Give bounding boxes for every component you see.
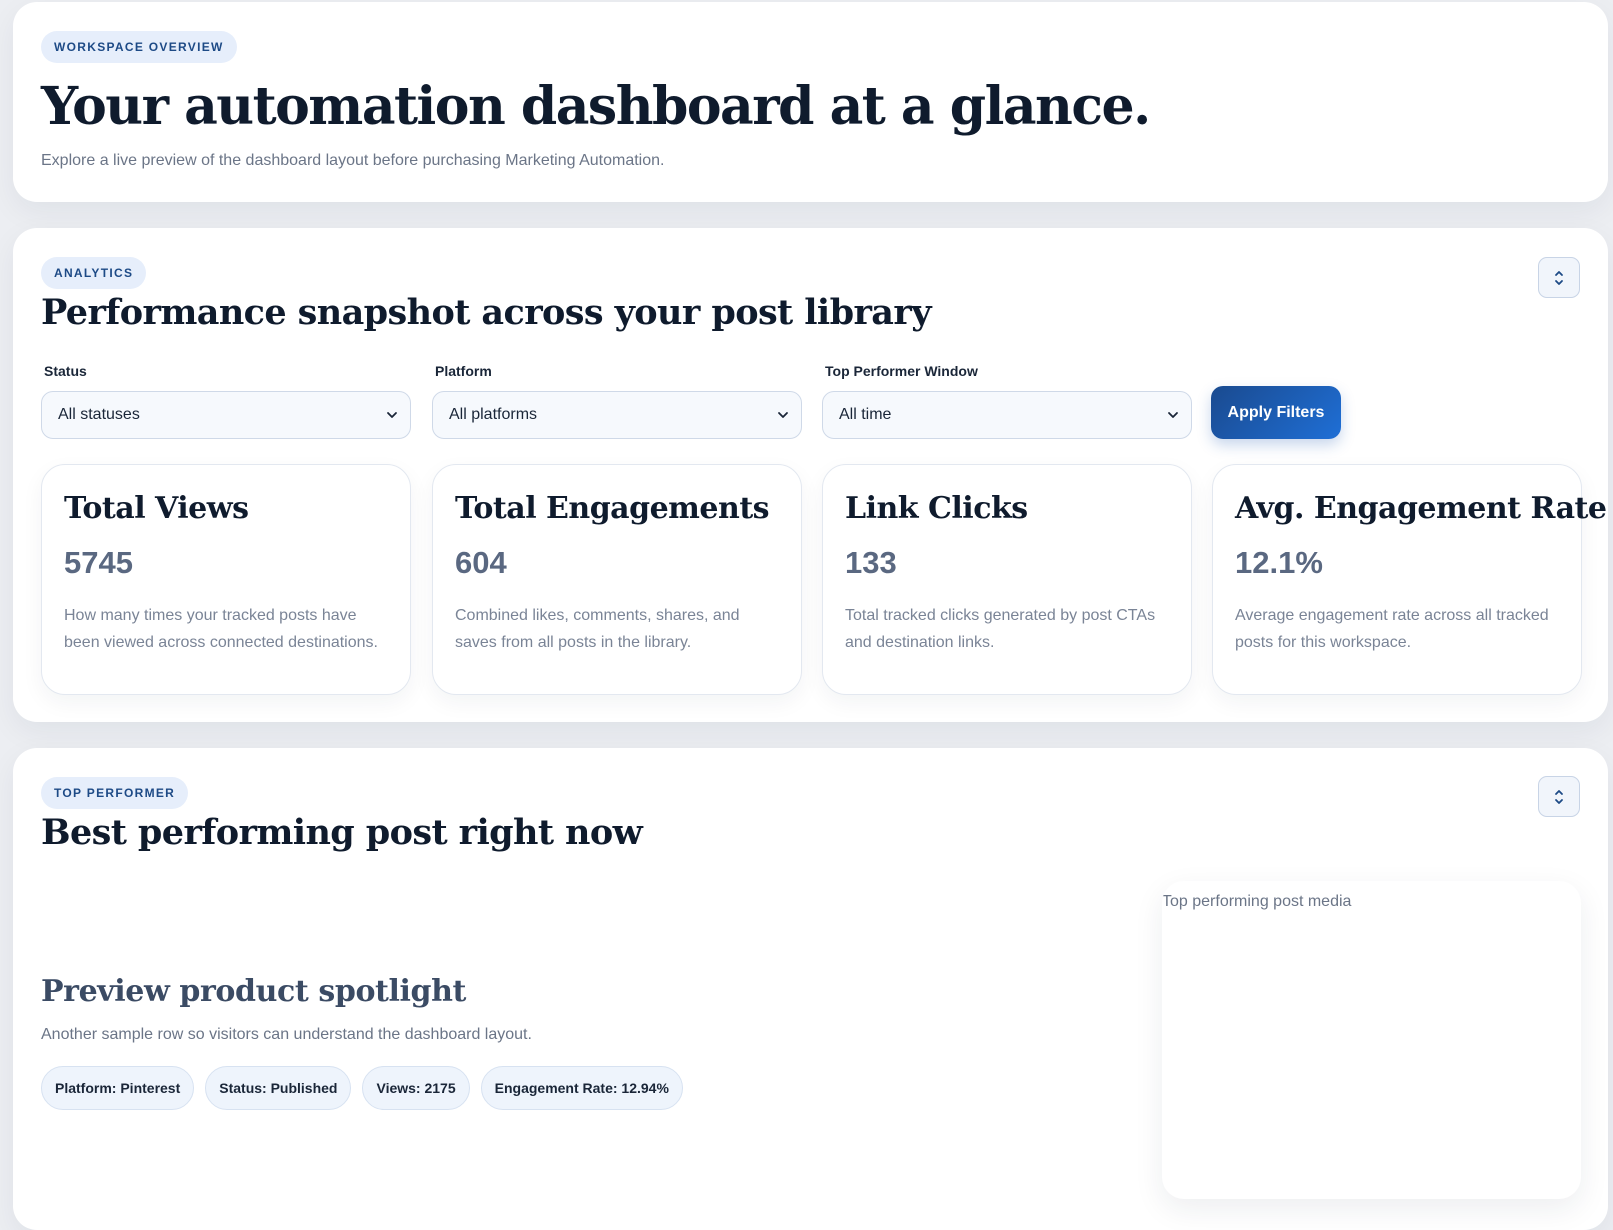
stat-card-total-views: Total Views 5745 How many times your tra…	[41, 464, 411, 695]
platform-select-value: All platforms	[449, 406, 538, 423]
media-alt-text: Top performing post media	[1162, 893, 1352, 910]
collapse-analytics-button[interactable]	[1538, 257, 1580, 298]
post-description: Another sample row so visitors can under…	[41, 1026, 532, 1043]
stat-card-total-engagements: Total Engagements 604 Combined likes, co…	[432, 464, 802, 695]
post-title: Preview product spotlight	[41, 974, 466, 1009]
status-select[interactable]: All statuses	[41, 391, 411, 439]
section-title: Performance snapshot across your post li…	[41, 292, 932, 333]
engagement-rate-chip: Engagement Rate: 12.94%	[480, 1066, 683, 1110]
stat-description: Combined likes, comments, shares, and sa…	[455, 607, 740, 651]
platform-chip: Platform: Pinterest	[41, 1066, 195, 1110]
stat-value: 604	[455, 545, 507, 580]
stat-value: 5745	[64, 545, 133, 580]
stat-title: Link Clicks	[845, 491, 1028, 526]
overview-panel: WORKSPACE OVERVIEW Your automation dashb…	[13, 2, 1608, 202]
status-chip: Status: Published	[205, 1066, 352, 1110]
platform-filter-label: Platform	[435, 363, 492, 379]
status-select-value: All statuses	[58, 406, 140, 423]
platform-select[interactable]: All platforms	[432, 391, 802, 439]
chevron-down-icon	[778, 412, 788, 418]
chevron-collapse-icon	[1555, 789, 1563, 804]
section-tag: ANALYTICS	[41, 257, 147, 289]
stat-value: 133	[845, 545, 897, 580]
section-tag: TOP PERFORMER	[41, 777, 189, 809]
page-subtitle: Explore a live preview of the dashboard …	[41, 152, 665, 169]
stat-title: Avg. Engagement Rate	[1235, 491, 1607, 526]
chevron-down-icon	[1168, 412, 1178, 418]
top-performer-window-select[interactable]: All time	[822, 391, 1192, 439]
collapse-top-performer-button[interactable]	[1538, 776, 1580, 817]
top-performer-panel: TOP PERFORMER Best performing post right…	[13, 748, 1608, 1230]
page-title: Your automation dashboard at a glance.	[41, 76, 1151, 137]
chevron-collapse-icon	[1555, 270, 1563, 285]
window-select-value: All time	[839, 406, 892, 423]
section-title: Best performing post right now	[41, 812, 643, 853]
apply-filters-button[interactable]: Apply Filters	[1211, 386, 1341, 439]
stat-title: Total Engagements	[455, 491, 770, 526]
stat-description: How many times your tracked posts have b…	[64, 607, 378, 651]
section-tag: WORKSPACE OVERVIEW	[41, 31, 237, 63]
stat-card-avg-engagement-rate: Avg. Engagement Rate 12.1% Average engag…	[1212, 464, 1607, 695]
stat-description: Total tracked clicks generated by post C…	[845, 607, 1156, 651]
post-meta-chips: Platform: Pinterest Status: Published Vi…	[41, 1066, 683, 1110]
window-filter-label: Top Performer Window	[825, 363, 978, 379]
stat-title: Total Views	[64, 491, 249, 526]
chevron-down-icon	[387, 412, 397, 418]
stat-value: 12.1%	[1235, 545, 1323, 580]
stat-card-link-clicks: Link Clicks 133 Total tracked clicks gen…	[822, 464, 1192, 695]
stat-description: Average engagement rate across all track…	[1235, 607, 1549, 651]
post-media-image: Top performing post media	[1162, 881, 1581, 1199]
status-filter-label: Status	[44, 363, 87, 379]
analytics-panel: ANALYTICS Performance snapshot across yo…	[13, 228, 1608, 722]
views-chip: Views: 2175	[362, 1066, 470, 1110]
